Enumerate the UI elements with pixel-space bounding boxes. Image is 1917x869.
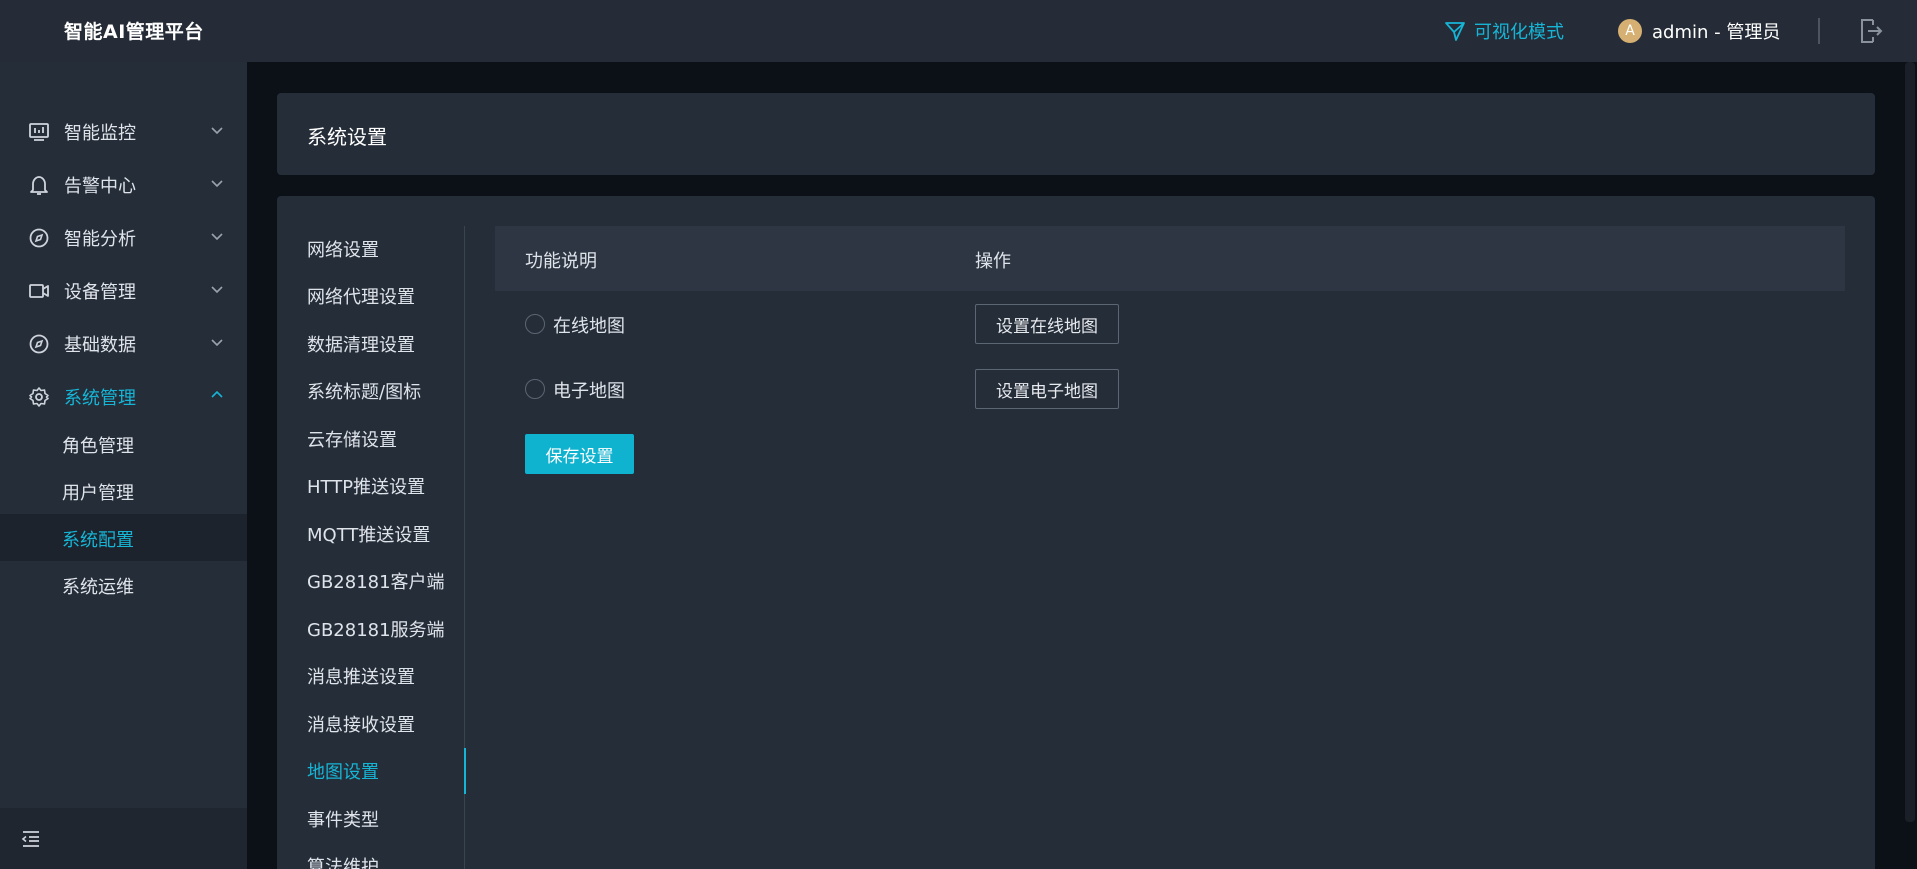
sidebar: 智能监控 告警中心 智能分析 设备管理 基础数据 系统管理 角色管理 用户管理 …: [0, 62, 247, 869]
sidebar-item-alarm-center[interactable]: 告警中心: [0, 159, 247, 209]
sidebar-item-system-management[interactable]: 系统管理: [0, 371, 247, 421]
sidebar-item-label: 智能分析: [64, 229, 136, 250]
sidebar-subitem-label: 角色管理: [62, 436, 134, 457]
settings-nav-label: 算法维护: [307, 857, 379, 869]
column-header-action: 操作: [975, 251, 1011, 272]
sidebar-item-label: 告警中心: [64, 176, 136, 197]
chevron-down-icon: [211, 339, 223, 347]
online-map-radio[interactable]: [525, 314, 545, 334]
settings-nav-label: GB28181服务端: [307, 620, 445, 641]
table-header: 功能说明 操作: [495, 226, 1845, 291]
user-menu[interactable]: A admin - 管理员: [1618, 18, 1780, 44]
settings-nav: 网络设置 网络代理设置 数据清理设置 系统标题/图标 云存储设置 HTTP推送设…: [277, 226, 466, 869]
settings-nav-label: 消息接收设置: [307, 715, 415, 736]
page-title: 系统设置: [307, 125, 387, 149]
settings-nav-label: HTTP推送设置: [307, 477, 426, 498]
chevron-down-icon: [211, 180, 223, 188]
online-map-label[interactable]: 在线地图: [553, 312, 625, 338]
sidebar-item-basic-data[interactable]: 基础数据: [0, 318, 247, 368]
gear-icon: [29, 387, 49, 407]
settings-panel: 网络设置 网络代理设置 数据清理设置 系统标题/图标 云存储设置 HTTP推送设…: [277, 196, 1875, 869]
settings-nav-item[interactable]: GB28181服务端: [277, 606, 465, 652]
visual-mode-link[interactable]: 可视化模式: [1444, 18, 1564, 44]
table-row: 在线地图 设置在线地图: [495, 293, 1845, 353]
monitor-icon: [29, 123, 49, 141]
settings-nav-label: 数据清理设置: [307, 335, 415, 356]
settings-nav-label: 消息推送设置: [307, 667, 415, 688]
compass-icon: [29, 228, 49, 248]
sidebar-item-smart-analysis[interactable]: 智能分析: [0, 212, 247, 262]
sidebar-subitem-system-maintenance[interactable]: 系统运维: [0, 561, 247, 608]
settings-nav-label: GB28181客户端: [307, 572, 445, 593]
settings-nav-label: 地图设置: [307, 762, 379, 783]
sidebar-item-smart-monitor[interactable]: 智能监控: [0, 106, 247, 156]
compass-icon: [29, 334, 49, 354]
settings-nav-label: 系统标题/图标: [307, 382, 422, 403]
logout-icon[interactable]: [1858, 17, 1884, 45]
sidebar-subitem-label: 系统运维: [62, 577, 134, 598]
sidebar-collapse-bar: [0, 808, 247, 869]
set-electronic-map-button[interactable]: 设置电子地图: [975, 369, 1119, 409]
settings-nav-label: 网络代理设置: [307, 287, 415, 308]
user-label: admin - 管理员: [1652, 22, 1781, 43]
column-header-description: 功能说明: [525, 251, 597, 272]
settings-nav-item[interactable]: 网络设置: [277, 226, 465, 272]
send-icon: [1445, 22, 1465, 41]
settings-nav-item[interactable]: 事件类型: [277, 796, 465, 842]
settings-nav-item[interactable]: 消息推送设置: [277, 653, 465, 699]
settings-nav-item[interactable]: 网络代理设置: [277, 273, 465, 319]
set-online-map-button[interactable]: 设置在线地图: [975, 304, 1119, 344]
settings-nav-label: MQTT推送设置: [307, 525, 431, 546]
settings-nav-item[interactable]: 算法维护: [277, 843, 465, 869]
header-divider: [1818, 18, 1820, 44]
settings-nav-item[interactable]: 云存储设置: [277, 416, 465, 462]
settings-nav-item[interactable]: HTTP推送设置: [277, 463, 465, 509]
page-title-card: 系统设置: [277, 93, 1875, 175]
sidebar-subitem-system-config[interactable]: 系统配置: [0, 514, 247, 561]
settings-nav-item[interactable]: 数据清理设置: [277, 321, 465, 367]
settings-nav-item[interactable]: GB28181客户端: [277, 558, 465, 604]
sidebar-item-label: 设备管理: [64, 282, 136, 303]
sidebar-subitem-label: 系统配置: [62, 530, 134, 551]
sidebar-subitem-label: 用户管理: [62, 483, 134, 504]
sidebar-item-label: 智能监控: [64, 123, 136, 144]
sidebar-item-label: 系统管理: [64, 388, 136, 409]
save-settings-button[interactable]: 保存设置: [525, 434, 634, 474]
settings-nav-item-active[interactable]: 地图设置: [277, 748, 466, 794]
camera-icon: [29, 284, 49, 298]
chevron-down-icon: [211, 286, 223, 294]
sidebar-item-device-management[interactable]: 设备管理: [0, 265, 247, 315]
electronic-map-radio[interactable]: [525, 379, 545, 399]
settings-nav-item[interactable]: 系统标题/图标: [277, 368, 465, 414]
bell-icon: [30, 176, 48, 195]
sidebar-item-label: 基础数据: [64, 335, 136, 356]
sidebar-subitem-role-management[interactable]: 角色管理: [0, 420, 247, 467]
electronic-map-label[interactable]: 电子地图: [553, 377, 625, 403]
page-scrollbar[interactable]: [1905, 62, 1915, 822]
settings-nav-item[interactable]: MQTT推送设置: [277, 511, 465, 557]
settings-nav-label: 网络设置: [307, 240, 379, 261]
chevron-up-icon: [211, 390, 223, 398]
top-bar: 智能AI管理平台 可视化模式 A admin - 管理员: [0, 0, 1917, 62]
avatar: A: [1618, 19, 1642, 43]
menu-fold-icon[interactable]: [20, 828, 42, 850]
chevron-down-icon: [211, 127, 223, 135]
settings-nav-item[interactable]: 消息接收设置: [277, 701, 465, 747]
brand-title: 智能AI管理平台: [64, 21, 204, 43]
settings-nav-label: 事件类型: [307, 810, 379, 831]
settings-nav-label: 云存储设置: [307, 430, 397, 451]
sidebar-subitem-user-management[interactable]: 用户管理: [0, 467, 247, 514]
table-row: 电子地图 设置电子地图: [495, 358, 1845, 418]
visual-mode-label: 可视化模式: [1474, 22, 1564, 43]
chevron-down-icon: [211, 233, 223, 241]
